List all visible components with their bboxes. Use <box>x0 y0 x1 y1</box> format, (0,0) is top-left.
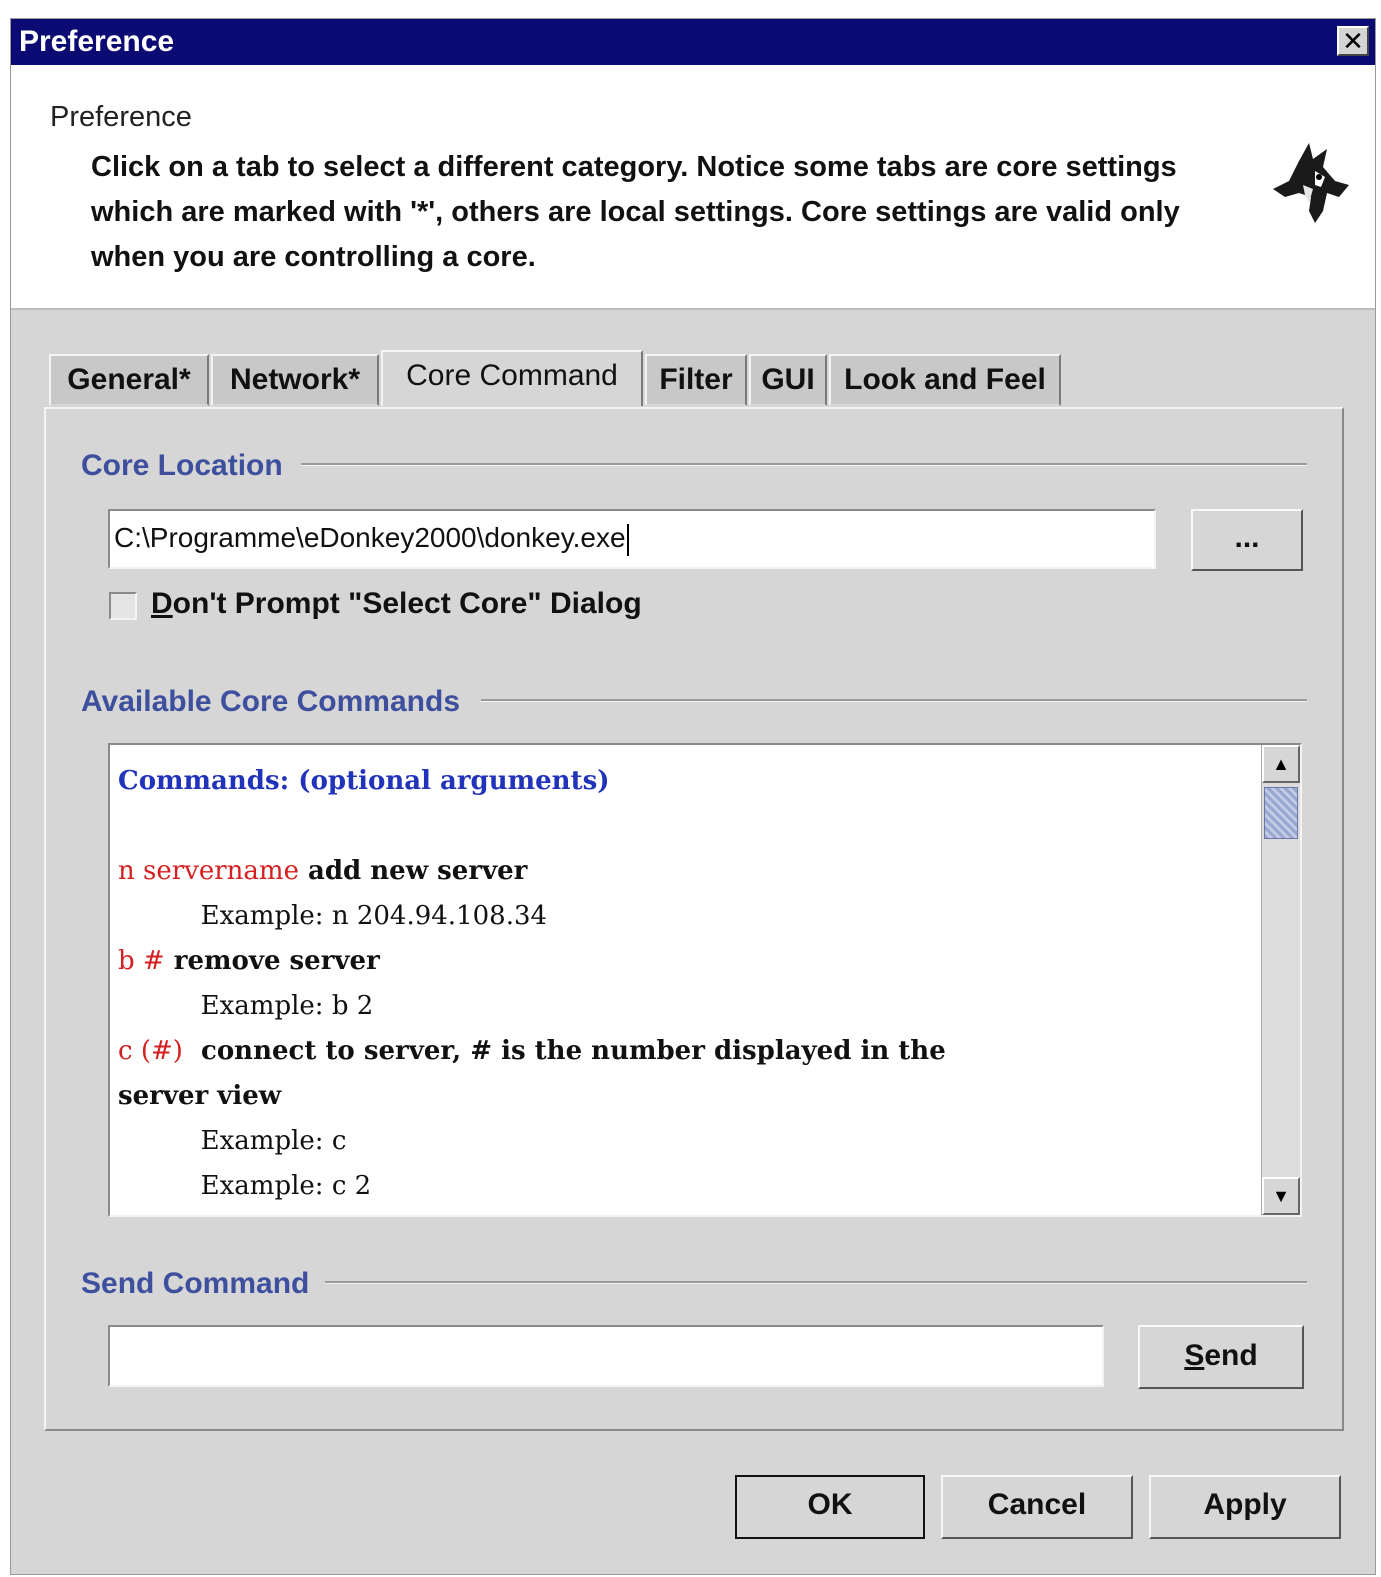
command-syntax: c (#) <box>118 1036 183 1066</box>
section-divider <box>301 463 1307 466</box>
vertical-scrollbar[interactable]: ▲ ▼ <box>1261 745 1300 1215</box>
tab-filter[interactable]: Filter <box>645 354 747 406</box>
command-syntax: n servername <box>118 856 299 886</box>
command-example: Example: b 2 <box>200 991 374 1021</box>
arrow-up-icon: ▲ <box>1272 754 1290 774</box>
tab-label: General* <box>67 363 191 396</box>
send-button[interactable]: Send <box>1138 1325 1304 1389</box>
dont-prompt-label[interactable]: Don't Prompt "Select Core" Dialog <box>151 587 642 621</box>
header-title: Preference <box>50 101 192 133</box>
tab-general[interactable]: General* <box>49 354 209 406</box>
mnemonic-char: S <box>1184 1339 1205 1372</box>
ok-label: OK <box>807 1488 853 1521</box>
header-description: Click on a tab to select a different cat… <box>91 151 1180 273</box>
ok-button[interactable]: OK <box>735 1475 925 1539</box>
tab-gui[interactable]: GUI <box>749 354 827 406</box>
core-path-value: C:\Programme\eDonkey2000\donkey.exe <box>114 522 626 553</box>
tab-look-and-feel[interactable]: Look and Feel <box>829 354 1061 406</box>
cancel-button[interactable]: Cancel <box>941 1475 1133 1539</box>
section-divider <box>481 699 1307 702</box>
command-description: add new server <box>298 856 528 886</box>
command-description: remove server <box>164 946 380 976</box>
command-description: connect to server, # is the number displ… <box>182 1036 946 1066</box>
checkbox-label-text: on't Prompt "Select Core" Dialog <box>172 587 642 620</box>
title-bar[interactable]: Preference ✕ <box>11 19 1375 65</box>
core-location-title: Core Location <box>81 449 295 483</box>
apply-button[interactable]: Apply <box>1149 1475 1341 1539</box>
browse-button[interactable]: ... <box>1191 509 1303 571</box>
close-button[interactable]: ✕ <box>1337 26 1369 56</box>
available-commands-title: Available Core Commands <box>81 685 472 719</box>
command-example: Example: c <box>200 1126 347 1156</box>
core-path-input[interactable]: C:\Programme\eDonkey2000\donkey.exe <box>108 509 1156 569</box>
cancel-label: Cancel <box>987 1488 1087 1521</box>
command-description: server view <box>118 1081 282 1111</box>
preference-dialog: Preference ✕ Preference Click on a tab t… <box>10 18 1376 1575</box>
tab-core-command[interactable]: Core Command <box>381 350 643 406</box>
apply-label: Apply <box>1203 1488 1287 1521</box>
close-icon: ✕ <box>1342 26 1364 56</box>
browse-label: ... <box>1234 521 1260 554</box>
scroll-down-button[interactable]: ▼ <box>1262 1177 1300 1215</box>
commands-text-area[interactable]: Commands: (optional arguments) n servern… <box>108 743 1302 1217</box>
tab-label: Filter <box>659 363 733 396</box>
text-caret <box>626 523 629 556</box>
command-example: Example: c 2 <box>200 1171 372 1201</box>
tab-label: Network* <box>229 363 361 396</box>
window-title: Preference <box>19 25 175 58</box>
header-panel: Preference Click on a tab to select a di… <box>11 65 1375 310</box>
tab-label: GUI <box>761 363 815 396</box>
send-button-label: end <box>1204 1339 1258 1372</box>
commands-header: Commands: (optional arguments) <box>118 766 610 796</box>
send-command-title: Send Command <box>81 1267 322 1301</box>
tab-network[interactable]: Network* <box>211 354 379 406</box>
scroll-thumb[interactable] <box>1264 787 1298 839</box>
tab-label: Look and Feel <box>844 363 1046 396</box>
section-divider <box>325 1281 1307 1284</box>
commands-text: Commands: (optional arguments) n servern… <box>118 759 1258 1209</box>
send-command-input[interactable] <box>108 1325 1104 1387</box>
dont-prompt-checkbox[interactable] <box>109 592 137 620</box>
donkey-logo-icon <box>1273 143 1349 223</box>
tab-label: Core Command <box>406 359 618 392</box>
mnemonic-char: D <box>151 587 173 620</box>
command-syntax: b # <box>118 946 165 976</box>
command-example: Example: n 204.94.108.34 <box>200 901 548 931</box>
scroll-up-button[interactable]: ▲ <box>1262 745 1300 783</box>
arrow-down-icon: ▼ <box>1272 1186 1290 1206</box>
